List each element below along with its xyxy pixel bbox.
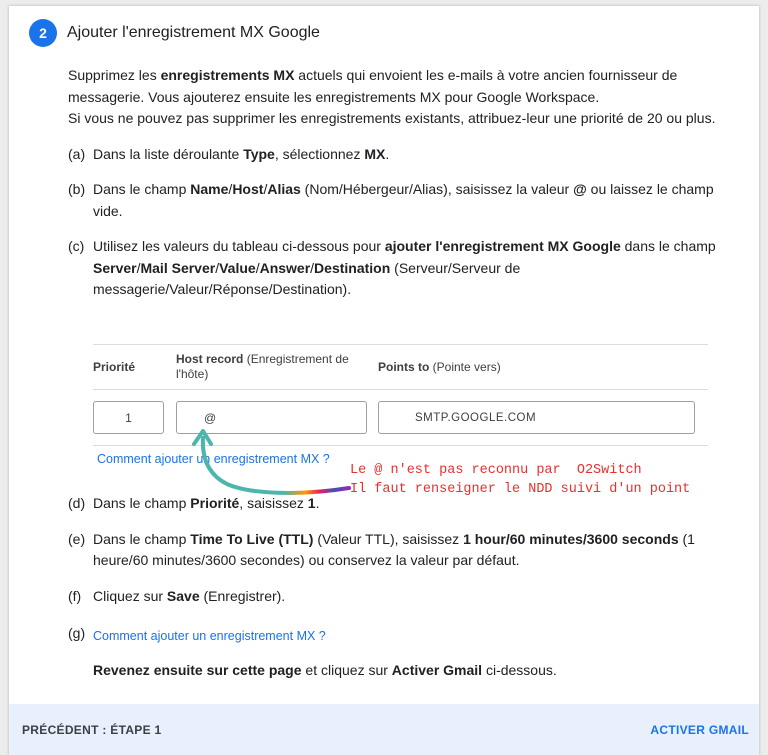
step-title: Ajouter l'enregistrement MX Google bbox=[67, 24, 320, 41]
points-to-field[interactable]: SMTP.GOOGLE.COM bbox=[378, 401, 695, 434]
step-number-badge: 2 bbox=[29, 19, 57, 47]
intro-text: Supprimez les enregistrements MX actuels… bbox=[68, 65, 718, 130]
instruction-f: (f) Cliquez sur Save (Enregistrer). bbox=[68, 587, 286, 604]
instruction-d: (d) Dans le champ Priorité, saisissez 1. bbox=[68, 495, 320, 511]
activate-gmail-button[interactable]: ACTIVER GMAIL bbox=[650, 723, 749, 737]
priority-field[interactable]: 1 bbox=[93, 401, 164, 434]
instruction-c: (c) Utilisez les valeurs du tableau ci-d… bbox=[68, 238, 716, 297]
intro-paragraph-2: Si vous ne pouvez pas supprimer les enre… bbox=[68, 110, 716, 126]
step-footer: PRÉCÉDENT : ÉTAPE 1 ACTIVER GMAIL bbox=[9, 704, 759, 755]
instruction-b: (b) Dans le champ Name/Host/Alias (Nom/H… bbox=[68, 181, 714, 219]
instruction-e: (e) Dans le champ Time To Live (TTL) (Va… bbox=[68, 530, 695, 569]
step-content: Supprimez les enregistrements MX actuels… bbox=[68, 65, 718, 301]
previous-step-button[interactable]: PRÉCÉDENT : ÉTAPE 1 bbox=[22, 723, 162, 737]
instruction-g: (g) Comment ajouter un enregistrement MX… bbox=[68, 621, 728, 648]
instruction-a: (a) Dans la liste déroulante Type, sélec… bbox=[68, 145, 390, 162]
col-priority-header: Priorité bbox=[93, 360, 136, 374]
intro-paragraph-1: Supprimez les enregistrements MX actuels… bbox=[68, 67, 678, 105]
step-header: 2 Ajouter l'enregistrement MX Google bbox=[29, 19, 320, 47]
how-to-add-mx-link-2[interactable]: Comment ajouter un enregistrement MX ? bbox=[93, 626, 326, 648]
col-points-to-header: Points to (Pointe vers) bbox=[378, 360, 501, 374]
step-card: 2 Ajouter l'enregistrement MX Google Sup… bbox=[9, 6, 759, 755]
col-host-header: Host record (Enregistrement de l'hôte) bbox=[176, 352, 349, 381]
return-instruction: Revenez ensuite sur cette page et clique… bbox=[93, 661, 557, 678]
step-content-continued: (d) Dans le champ Priorité, saisissez 1.… bbox=[68, 493, 728, 681]
table-header: Priorité Host record (Enregistrement de … bbox=[93, 344, 708, 390]
